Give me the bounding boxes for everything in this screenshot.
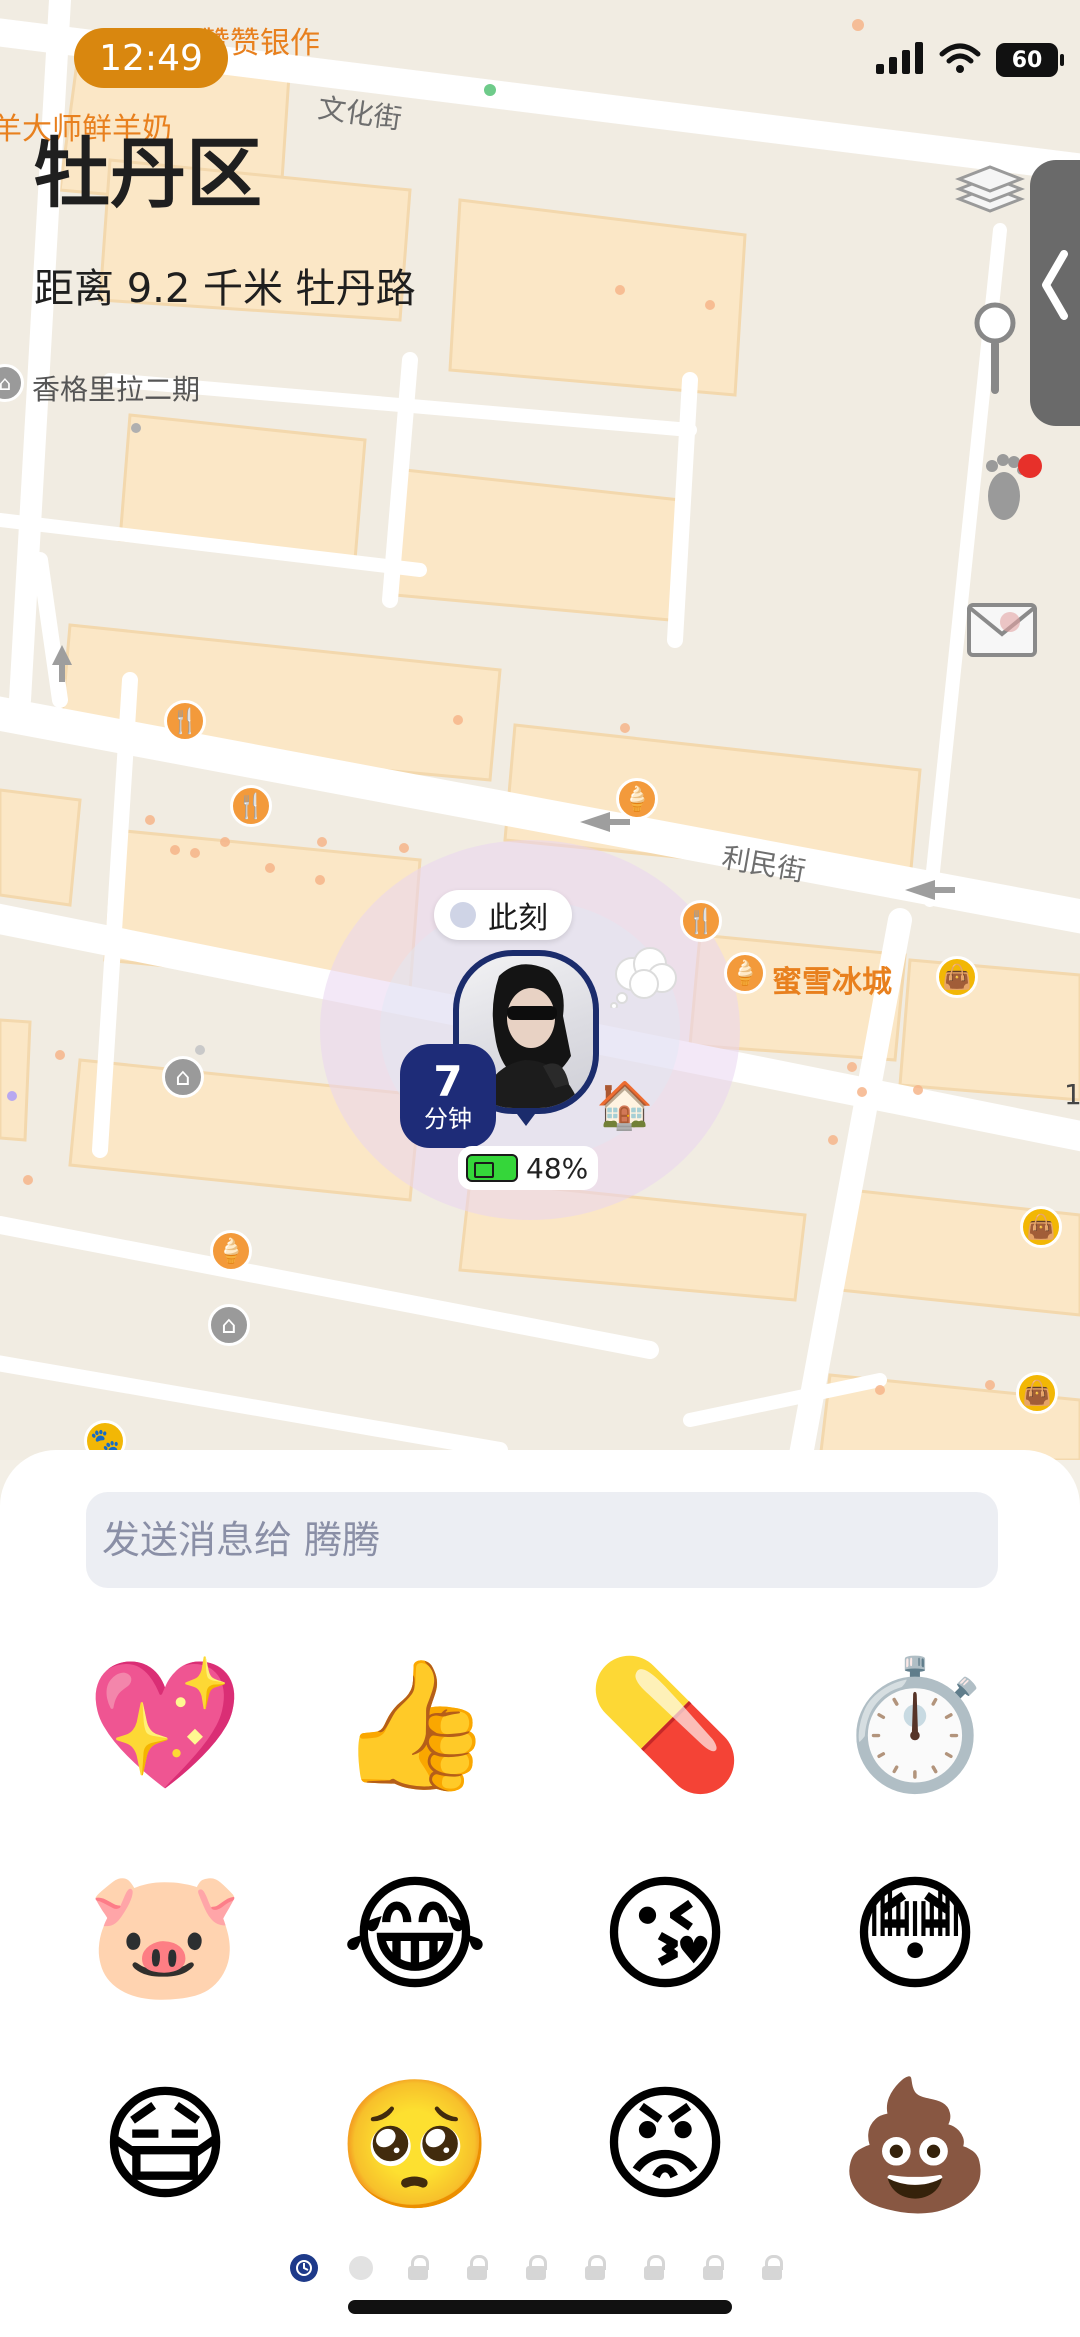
lock-icon[interactable] [463, 2254, 491, 2282]
thumbs-up-emoji[interactable]: 👍 [290, 1620, 540, 1830]
minutes-badge: 7 分钟 [400, 1044, 496, 1148]
pleading-face-emoji[interactable]: 🥺 [290, 2040, 540, 2250]
map-edge-label: 1 [1064, 1078, 1080, 1111]
distance-text: 距离 9.2 千米 牡丹路 [34, 266, 416, 312]
place-label-mixue[interactable]: 蜜雪冰城 [772, 957, 892, 1001]
sparkling-heart-emoji[interactable]: 💖 [40, 1620, 290, 1830]
friend-battery-badge: 48% [458, 1146, 598, 1190]
lock-icon[interactable] [404, 2254, 432, 2282]
footprint-button[interactable] [970, 444, 1050, 534]
lock-icon[interactable] [758, 2254, 786, 2282]
lock-icon[interactable] [581, 2254, 609, 2282]
message-input[interactable] [86, 1492, 998, 1588]
pouting-face-emoji[interactable]: 😡 [540, 2040, 790, 2250]
restaurant-icon[interactable]: 🍴 [164, 700, 206, 742]
tears-of-joy-emoji[interactable]: 😂 [290, 1830, 540, 2040]
restaurant-icon[interactable]: 🍴 [680, 900, 722, 942]
battery-status-icon: 60 [996, 43, 1064, 77]
pile-of-poo-emoji[interactable]: 💩 [790, 2040, 1040, 2250]
face-with-mask-emoji[interactable]: 😷 [40, 2040, 290, 2250]
blowing-kiss-emoji[interactable]: 😘 [540, 1830, 790, 2040]
pig-face-emoji[interactable]: 🐷 [40, 1830, 290, 2040]
district-title: 牡丹区 [34, 129, 262, 218]
lock-icon[interactable] [522, 2254, 550, 2282]
flushed-face-emoji[interactable]: 😳 [790, 1830, 1040, 2040]
clock-icon [296, 2260, 312, 2276]
thought-cloud-icon [608, 944, 682, 1010]
stopwatch-emoji[interactable]: ⏱️ [790, 1620, 1040, 1830]
status-bubble[interactable]: 此刻 [434, 890, 572, 940]
place-label-xiangge[interactable]: 香格里拉二期 [32, 368, 200, 408]
icecream-shop-icon[interactable]: 🍦 [616, 778, 658, 820]
shopping-bag-icon[interactable]: 👜 [936, 956, 978, 998]
layers-button[interactable] [952, 160, 1028, 236]
shopping-bag-icon[interactable]: 👜 [1016, 1372, 1058, 1414]
lock-icon[interactable] [699, 2254, 727, 2282]
icecream-shop-icon[interactable]: 🍦 [724, 952, 766, 994]
clock-icon [450, 902, 476, 928]
chevron-left-icon [1040, 250, 1070, 336]
restaurant-icon[interactable]: 🍴 [230, 785, 272, 827]
cellular-signal-icon [876, 42, 924, 78]
emoji-page-indicator [290, 2254, 786, 2282]
location-pin-button[interactable] [970, 300, 1020, 400]
footprint-icon [970, 442, 1050, 536]
minutes-value: 7 [433, 1057, 463, 1106]
page-dot[interactable] [349, 2256, 373, 2280]
mail-icon [966, 602, 1038, 662]
location-pin-icon [970, 298, 1020, 402]
home-icon: 🏠 [596, 1078, 654, 1132]
shopping-bag-icon[interactable]: 👜 [1020, 1206, 1062, 1248]
minutes-unit: 分钟 [424, 1105, 472, 1133]
icecream-shop-icon[interactable]: 🍦 [210, 1230, 252, 1272]
battery-icon [466, 1154, 518, 1182]
mail-button[interactable] [966, 602, 1038, 662]
pill-emoji[interactable]: 💊 [540, 1620, 790, 1830]
emoji-grid: 💖 👍 💊 ⏱️ 🐷 😂 😘 😳 😷 🥺 😡 💩 [40, 1620, 1040, 2250]
lock-icon[interactable] [640, 2254, 668, 2282]
residential-icon[interactable]: ⌂ [208, 1304, 250, 1346]
layers-icon [954, 161, 1026, 235]
status-right: 60 [876, 42, 1064, 78]
status-time: 12:49 [74, 28, 228, 88]
wifi-icon [938, 42, 982, 78]
page-dot-recent[interactable] [290, 2254, 318, 2282]
friend-battery-percent: 48% [526, 1151, 589, 1185]
collapse-panel-button[interactable] [1030, 160, 1080, 426]
residential-icon[interactable]: ⌂ [162, 1056, 204, 1098]
status-bubble-text: 此刻 [488, 901, 548, 936]
home-indicator[interactable] [348, 2300, 732, 2314]
